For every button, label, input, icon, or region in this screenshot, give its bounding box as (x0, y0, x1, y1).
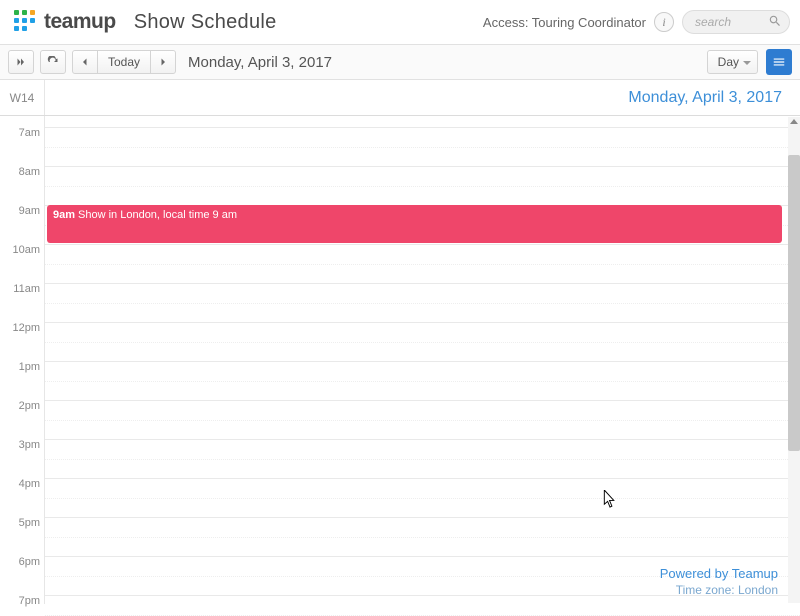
time-gutter: 7am 8am 9am 10am 11am 12pm 1pm 2pm 3pm 4pm 5pm 6pm 7… (0, 116, 45, 604)
halfhour-gridline (45, 303, 800, 304)
refresh-button[interactable] (40, 50, 66, 74)
time-label: 7pm (0, 595, 45, 607)
powered-by-link[interactable]: Powered by Teamup (660, 566, 778, 581)
time-grid[interactable]: 9amShow in London, local time 9 am (45, 116, 800, 604)
day-date-label[interactable]: Monday, April 3, 2017 (45, 89, 800, 107)
chevron-right-icon (157, 56, 169, 68)
event-title: Show in London, local time 9 am (78, 209, 237, 221)
expand-sidebar-button[interactable] (8, 50, 34, 74)
logo-text: teamup (44, 10, 116, 34)
toolbar: Today Monday, April 3, 2017 Day (0, 44, 800, 80)
app-header: teamup Show Schedule Access: Touring Coo… (0, 0, 800, 44)
date-nav-group: Today (72, 50, 176, 74)
search-wrap (682, 10, 790, 34)
refresh-icon (47, 56, 59, 68)
logo-icon (14, 10, 38, 34)
hour-gridline (45, 439, 800, 440)
scroll-up-icon[interactable] (790, 119, 798, 124)
header-right: Access: Touring Coordinator i (483, 10, 790, 34)
scroll-thumb[interactable] (788, 155, 800, 451)
hour-gridline (45, 361, 800, 362)
time-label: 4pm (0, 478, 45, 490)
halfhour-gridline (45, 186, 800, 187)
week-number: W14 (0, 80, 45, 115)
time-label: 9am (0, 205, 45, 217)
toolbar-right: Day (707, 49, 792, 75)
hour-gridline (45, 400, 800, 401)
chevron-left-icon (79, 56, 91, 68)
time-label: 2pm (0, 400, 45, 412)
hour-gridline (45, 283, 800, 284)
hour-gridline (45, 166, 800, 167)
time-label: 8am (0, 166, 45, 178)
menu-icon (772, 55, 786, 69)
info-icon[interactable]: i (654, 12, 674, 32)
vertical-scrollbar[interactable] (788, 117, 800, 603)
halfhour-gridline (45, 147, 800, 148)
next-button[interactable] (150, 50, 176, 74)
hour-gridline (45, 556, 800, 557)
day-header: W14 Monday, April 3, 2017 (0, 80, 800, 116)
time-label: 10am (0, 244, 45, 256)
footer: Powered by Teamup Time zone: London (660, 566, 778, 597)
time-label: 6pm (0, 556, 45, 568)
halfhour-gridline (45, 381, 800, 382)
calendar-body: 7am 8am 9am 10am 11am 12pm 1pm 2pm 3pm 4pm 5pm 6pm 7… (0, 116, 800, 604)
toolbar-date: Monday, April 3, 2017 (188, 54, 332, 71)
today-button[interactable]: Today (97, 50, 151, 74)
time-label: 12pm (0, 322, 45, 334)
time-label: 11am (0, 283, 45, 295)
calendar-event[interactable]: 9amShow in London, local time 9 am (47, 205, 782, 243)
halfhour-gridline (45, 264, 800, 265)
halfhour-gridline (45, 498, 800, 499)
prev-button[interactable] (72, 50, 98, 74)
hour-gridline (45, 322, 800, 323)
halfhour-gridline (45, 420, 800, 421)
view-selector[interactable]: Day (707, 50, 758, 74)
timezone-label[interactable]: Time zone: London (660, 583, 778, 597)
chevron-double-right-icon (15, 56, 27, 68)
search-icon[interactable] (768, 14, 782, 28)
time-label: 1pm (0, 361, 45, 373)
calendar-title: Show Schedule (134, 11, 277, 34)
time-label: 5pm (0, 517, 45, 529)
halfhour-gridline (45, 459, 800, 460)
halfhour-gridline (45, 615, 800, 616)
hour-gridline (45, 517, 800, 518)
menu-button[interactable] (766, 49, 792, 75)
event-time: 9am (53, 209, 75, 221)
hour-gridline (45, 127, 800, 128)
hour-gridline (45, 478, 800, 479)
view-selector-label: Day (718, 55, 739, 69)
halfhour-gridline (45, 537, 800, 538)
hour-gridline (45, 244, 800, 245)
time-label: 3pm (0, 439, 45, 451)
halfhour-gridline (45, 342, 800, 343)
access-label: Access: Touring Coordinator (483, 15, 646, 30)
logo[interactable]: teamup (14, 10, 116, 34)
time-label: 7am (0, 127, 45, 139)
